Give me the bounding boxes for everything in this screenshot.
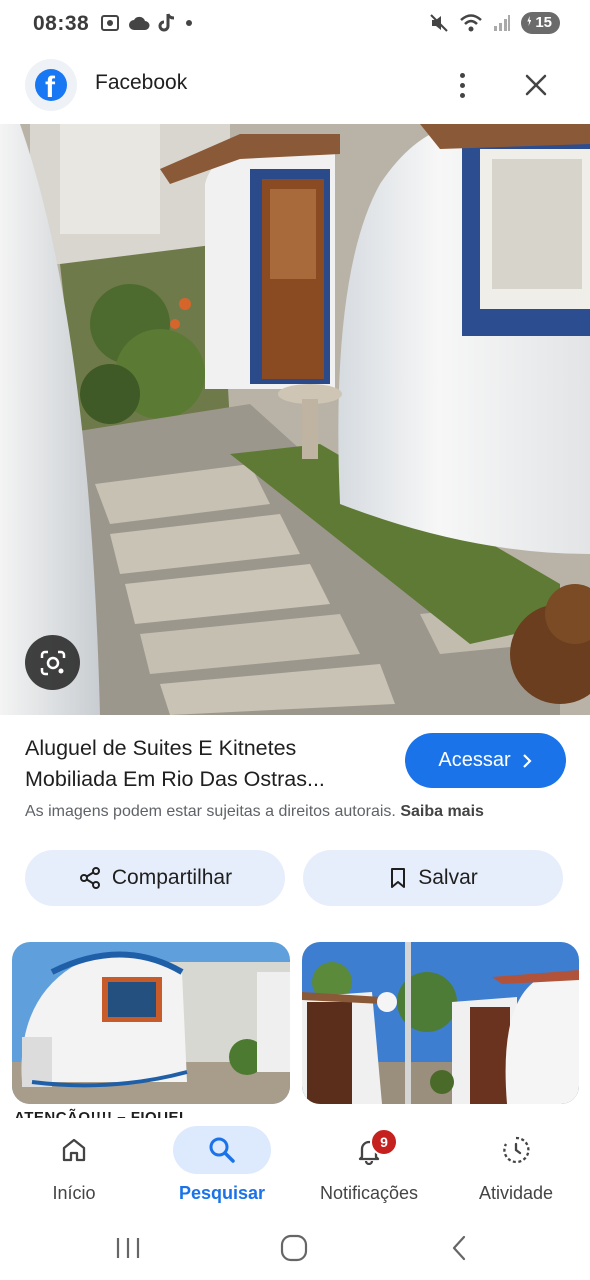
dot-icon: [186, 20, 192, 26]
share-label: Compartilhar: [111, 866, 233, 889]
google-lens-icon: [40, 650, 65, 675]
tiktok-icon: [158, 13, 175, 32]
visit-button-label: Acessar: [438, 749, 511, 771]
status-time: 08:38: [33, 12, 90, 35]
nav-label-home: Início: [52, 1183, 96, 1203]
result-title-line-2: Mobiliada Em Rio Das Ostras...: [25, 767, 325, 791]
battery-indicator: 15: [521, 12, 560, 34]
nav-item-home[interactable]: Início: [0, 1118, 148, 1218]
more-vert-icon: [459, 72, 465, 78]
share-icon: [79, 867, 100, 889]
share-button[interactable]: Compartilhar: [25, 850, 285, 906]
bottom-navigation: Início Pesquisar Notificações 9 Atividad…: [0, 1118, 590, 1218]
nav-label-notifications: Notificações: [319, 1183, 419, 1203]
bookmark-icon: [391, 868, 406, 888]
result-title[interactable]: Aluguel de Suites E Kitnetes Mobiliada E…: [25, 733, 395, 795]
status-notification-icons: [100, 13, 194, 33]
learn-more-link[interactable]: Saiba mais: [400, 803, 484, 820]
status-system-icons: 15: [429, 12, 560, 34]
mute-icon: [430, 14, 449, 32]
source-header: f Facebook: [0, 55, 590, 115]
facebook-logo: f: [25, 59, 77, 111]
notification-badge: 9: [370, 1128, 398, 1156]
facebook-icon: f: [35, 69, 67, 101]
close-icon[interactable]: [518, 67, 554, 103]
home-icon: [62, 1138, 86, 1162]
screenshot-icon: [101, 15, 119, 31]
wifi-icon: [460, 14, 483, 32]
activity-icon: [503, 1136, 530, 1164]
recent-apps-icon[interactable]: [108, 1232, 148, 1264]
nav-item-search[interactable]: Pesquisar: [148, 1118, 296, 1218]
search-icon: [209, 1137, 235, 1163]
more-options-button[interactable]: [448, 65, 476, 105]
save-label: Salvar: [418, 866, 478, 889]
home-button-icon[interactable]: [274, 1232, 314, 1264]
nav-item-activity[interactable]: Atividade: [442, 1118, 590, 1218]
cloud-icon: [129, 16, 150, 30]
dome-houses-photo: [0, 124, 590, 715]
copyright-text: As imagens podem estar sujeitas a direit…: [25, 803, 396, 820]
chevron-right-icon: [522, 753, 532, 768]
related-image-1[interactable]: [12, 942, 290, 1104]
save-button[interactable]: Salvar: [303, 850, 563, 906]
status-bar: 08:38 15: [0, 0, 590, 50]
result-image[interactable]: [0, 124, 590, 715]
visit-button[interactable]: Acessar: [405, 733, 566, 788]
nav-label-activity: Atividade: [478, 1183, 554, 1203]
result-title-line-1: Aluguel de Suites E Kitnetes: [25, 736, 297, 760]
copyright-notice: As imagens podem estar sujeitas a direit…: [25, 803, 484, 821]
related-image-2[interactable]: [302, 942, 579, 1104]
dome-house-thumbnail-1: [12, 942, 290, 1104]
nav-label-search: Pesquisar: [178, 1183, 266, 1203]
back-icon[interactable]: [440, 1232, 480, 1264]
lens-search-button[interactable]: [25, 635, 80, 690]
source-title: Facebook: [95, 71, 188, 94]
system-navigation-bar: [0, 1218, 590, 1280]
signal-icon: [494, 15, 511, 31]
dome-house-thumbnail-2: [302, 942, 579, 1104]
nav-item-notifications[interactable]: Notificações: [295, 1118, 443, 1218]
